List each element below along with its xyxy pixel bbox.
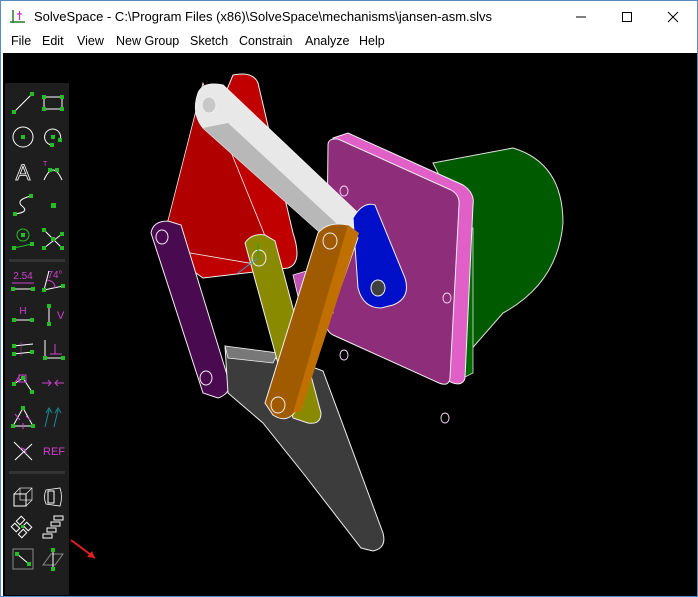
tool-parallel-constraint[interactable] (9, 335, 37, 363)
svg-text:2.54: 2.54 (13, 271, 33, 282)
tool-free-in-3d[interactable] (39, 545, 67, 573)
tool-rectangle[interactable] (39, 89, 67, 117)
menu-file[interactable]: File (11, 34, 31, 48)
svg-text:REF: REF (43, 446, 65, 458)
step-rotate-icon (42, 515, 64, 539)
orientation-icon (44, 407, 62, 428)
spline-icon (13, 194, 33, 216)
menu-new-group[interactable]: New Group (116, 34, 179, 48)
svg-text:74°: 74° (47, 270, 62, 281)
point-icon (51, 203, 56, 208)
menu-analyze[interactable]: Analyze (305, 34, 349, 48)
perpendicular-icon (43, 340, 65, 360)
close-icon (667, 11, 679, 22)
window-title: SolveSpace - C:\Program Files (x86)\Solv… (34, 9, 493, 24)
distance-icon: 2.54 (11, 271, 35, 291)
equal-icon (11, 406, 35, 429)
tool-datum-point[interactable] (39, 191, 67, 219)
toolbar-separator (9, 471, 65, 474)
menu-edit[interactable]: Edit (42, 34, 64, 48)
lathe-icon (44, 487, 62, 507)
vertical-icon: V (47, 304, 65, 326)
tool-horizontal-constraint[interactable]: H (9, 301, 37, 329)
tool-circle[interactable] (9, 123, 37, 151)
ref-icon: REF (43, 446, 65, 458)
tool-symmetric-constraint[interactable] (39, 369, 67, 397)
svg-text:A: A (16, 160, 31, 184)
other-angle-icon (13, 441, 33, 461)
tangent-arc-icon: T (43, 161, 63, 181)
app-window: SolveSpace - C:\Program Files (x86)\Solv… (0, 0, 698, 597)
tool-point-on-entity[interactable] (9, 369, 37, 397)
tool-cubic-spline[interactable] (9, 191, 37, 219)
tool-equal-constraint[interactable] (9, 403, 37, 431)
svg-text:V: V (57, 310, 65, 322)
tool-text[interactable]: A (9, 157, 37, 185)
tool-angle-constraint[interactable]: 74° (39, 267, 67, 295)
tool-in-workplane[interactable] (9, 545, 37, 573)
tool-step-translating[interactable] (9, 483, 37, 511)
tool-reference[interactable]: REF (39, 437, 69, 465)
maximize-icon (622, 11, 632, 22)
circle-icon (12, 126, 34, 148)
title-bar: SolveSpace - C:\Program Files (x86)\Solv… (1, 1, 697, 32)
tool-line-segment[interactable] (9, 89, 37, 117)
point-on-line-icon (12, 374, 34, 394)
svg-text:H: H (19, 306, 26, 317)
menu-sketch[interactable]: Sketch (190, 34, 228, 48)
tool-vertical-constraint[interactable]: V (39, 301, 67, 329)
tool-step-rotating[interactable] (39, 483, 67, 511)
maximize-button[interactable] (604, 1, 650, 32)
text-icon: A (15, 160, 31, 184)
menu-view[interactable]: View (77, 34, 104, 48)
solvespace-logo-icon (10, 10, 25, 23)
svg-text:T: T (43, 161, 48, 168)
red-arrow-annotation (70, 539, 96, 559)
symmetric-icon (42, 379, 64, 387)
tool-distance-constraint[interactable]: 2.54 (9, 267, 37, 295)
sketch-toolbar: A T 2.54 74° H V REF (5, 83, 69, 595)
tool-step-translate[interactable] (9, 513, 37, 541)
free-3d-icon (42, 548, 64, 571)
step-translate-icon (10, 515, 33, 539)
tool-other-angle[interactable] (9, 437, 37, 465)
tool-same-orientation[interactable] (39, 403, 67, 431)
extrude-icon (13, 487, 33, 507)
rectangle-icon (42, 95, 64, 111)
close-button[interactable] (650, 1, 696, 32)
toolbar-separator (9, 259, 65, 262)
construction-icon (12, 228, 34, 250)
tool-perpendicular-constraint[interactable] (39, 335, 67, 363)
angle-icon: 74° (42, 270, 65, 292)
minimize-button[interactable] (558, 1, 604, 32)
menu-help[interactable]: Help (359, 34, 385, 48)
tool-tangent-arc[interactable]: T (39, 157, 67, 185)
parallel-icon (12, 342, 34, 356)
menu-bar: File Edit View New Group Sketch Constrai… (1, 32, 697, 52)
tool-construction[interactable] (9, 225, 37, 253)
jansen-linkage-model[interactable] (3, 53, 697, 596)
horizontal-icon: H (12, 306, 34, 322)
workplane-icon (12, 548, 34, 570)
tool-step-rotate[interactable] (39, 513, 67, 541)
split-curves-icon (42, 228, 64, 250)
3d-viewport[interactable]: A T 2.54 74° H V REF (3, 53, 697, 596)
line-icon (12, 92, 34, 114)
minimize-icon (576, 16, 586, 17)
tool-arc[interactable] (39, 123, 67, 151)
tool-split-curves[interactable] (39, 225, 67, 253)
menu-constrain[interactable]: Constrain (239, 34, 293, 48)
arc-icon (44, 128, 62, 147)
